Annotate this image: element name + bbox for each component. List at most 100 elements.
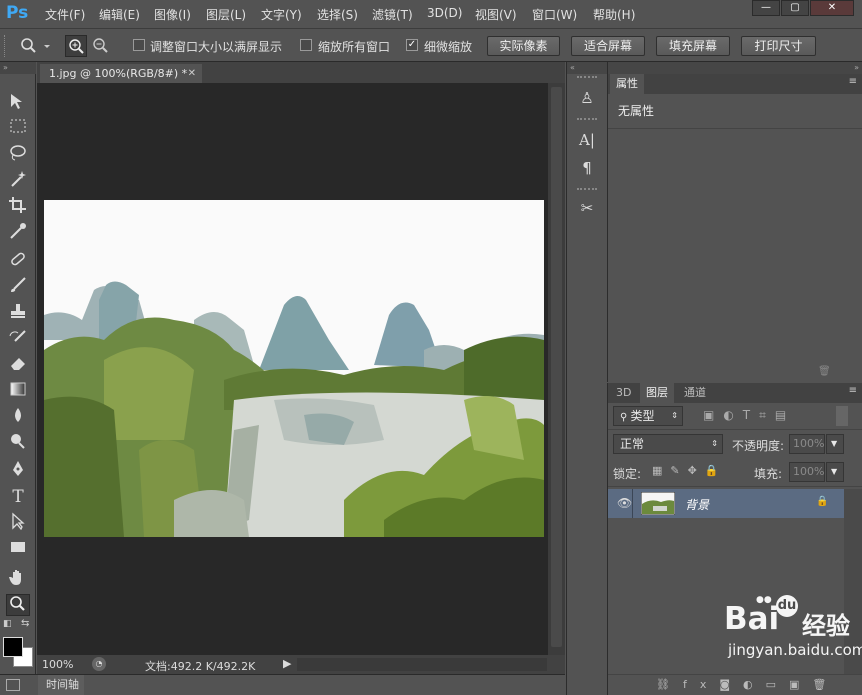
collapse-panel-icon[interactable]: » [608,62,862,74]
zoom-all-label: 缩放所有窗口 [318,40,391,54]
divider [608,429,862,430]
timeline-tab[interactable]: 时间轴 [38,675,84,695]
tab-properties[interactable]: 属性 [610,74,644,94]
zoom-level[interactable]: 100% [42,658,73,671]
collapse-toolbar-icon[interactable]: » [0,62,36,74]
paragraph-panel-icon[interactable]: ¶ [571,156,603,180]
opacity-label: 不透明度: [732,439,785,453]
expand-dock-icon[interactable]: « [567,62,607,74]
menu-help[interactable]: 帮助(H) [593,6,635,23]
fill-screen-button[interactable]: 填充屏幕 [656,36,730,56]
magic-wand-tool-icon[interactable] [6,170,30,192]
document-tab[interactable]: 1.jpg @ 100%(RGB/8#) * ✕ [40,64,202,83]
vertical-scrollbar[interactable] [548,83,565,655]
eye-icon[interactable]: 👁 [617,496,632,510]
move-tool-icon[interactable] [6,92,30,114]
type-tool-icon[interactable]: T [6,486,30,508]
filter-toggle[interactable] [836,406,848,426]
swap-colors-icon[interactable]: ⇆ [21,618,29,629]
zoom-in-button[interactable] [65,35,87,57]
menu-window[interactable]: 窗口(W) [532,6,577,23]
canvas-area[interactable] [37,83,565,655]
print-size-button[interactable]: 打印尺寸 [741,36,816,56]
resize-windows-checkbox[interactable] [133,39,145,51]
horizontal-scrollbar[interactable] [297,658,547,671]
default-colors-icon[interactable]: ◧ [3,619,12,629]
close-tab-icon[interactable]: ✕ [188,64,196,83]
zoom-out-button[interactable] [90,35,112,57]
collapsed-panel-dock: « ♙ A| ¶ ✂ [566,62,607,695]
menu-file[interactable]: 文件(F) [45,6,85,23]
document-image[interactable] [44,200,544,537]
clone-stamp-tool-icon[interactable] [6,302,30,324]
layer-name[interactable]: 背景 [685,496,709,513]
fit-screen-button[interactable]: 适合屏幕 [571,36,645,56]
tab-channels[interactable]: 通道 [678,383,712,403]
opacity-dropdown-icon[interactable]: ▼ [826,434,844,454]
menu-filter[interactable]: 滤镜(T) [372,6,413,23]
filter-kind-select[interactable]: ⚲ 类型 ⇕ [613,406,683,426]
zoom-tool-preset-icon[interactable] [20,37,50,55]
zoom-tool-icon[interactable] [6,594,30,616]
menu-type[interactable]: 文字(Y) [261,6,302,23]
tab-3d[interactable]: 3D [610,383,637,403]
grip [577,118,597,120]
path-selection-tool-icon[interactable] [6,512,30,534]
divider [608,128,862,129]
status-menu-arrow-icon[interactable]: ▶ [283,657,291,670]
actual-pixels-button[interactable]: 实际像素 [487,36,560,56]
menu-image[interactable]: 图像(I) [154,6,191,23]
close-button[interactable]: ✕ [810,0,854,16]
menu-layer[interactable]: 图层(L) [206,6,246,23]
healing-brush-tool-icon[interactable] [6,250,30,272]
panel-menu-icon[interactable]: ≡ [849,385,857,396]
watermark-brand: Bai [724,601,780,637]
panel-menu-icon[interactable]: ≡ [849,76,857,87]
eraser-tool-icon[interactable] [6,354,30,376]
restore-button[interactable]: ▢ [781,0,809,16]
foreground-color-swatch[interactable] [3,637,23,657]
menu-bar: Ps 文件(F) 编辑(E) 图像(I) 图层(L) 文字(Y) 选择(S) 滤… [0,0,862,28]
fill-label: 填充: [754,467,783,481]
history-brush-tool-icon[interactable] [6,328,30,350]
blur-tool-icon[interactable] [6,406,30,428]
dodge-tool-icon[interactable] [6,432,30,454]
opacity-input[interactable]: 100% [789,434,825,454]
marquee-tool-icon[interactable] [6,118,30,140]
scrubby-zoom-checkbox[interactable]: ✓ [406,39,418,51]
resize-windows-label: 调整窗口大小以满屏显示 [150,40,283,54]
tab-layers[interactable]: 图层 [640,383,674,403]
layers-tab-bar: 3D 图层 通道 ≡ [608,383,862,403]
lasso-tool-icon[interactable] [6,144,30,166]
divider [608,486,862,487]
tool-presets-panel-icon[interactable]: ✂ [571,196,603,220]
lock-icons[interactable]: ▦✎✥🔒 [652,464,727,477]
eyedropper-tool-icon[interactable] [6,222,30,244]
hand-tool-icon[interactable] [6,568,30,590]
character-panel-icon[interactable]: A| [571,128,603,152]
gradient-tool-icon[interactable] [6,380,30,402]
zoom-all-checkbox[interactable] [300,39,312,51]
status-icon[interactable]: ◔ [92,657,106,671]
layer-row[interactable]: 👁 背景 🔒 [608,489,844,518]
filter-icons[interactable]: ▣◐T⌗▤ [703,408,795,423]
minimize-button[interactable]: — [752,0,780,16]
fill-input[interactable]: 100% [789,462,825,482]
rectangle-tool-icon[interactable] [6,538,30,560]
crop-tool-icon[interactable] [6,196,30,218]
blend-mode-select[interactable]: 正常 ⇕ [613,434,723,454]
fill-dropdown-icon[interactable]: ▼ [826,462,844,482]
menu-select[interactable]: 选择(S) [317,6,358,23]
menu-edit[interactable]: 编辑(E) [99,6,140,23]
scrollbar-thumb[interactable] [551,87,562,647]
watermark-brand-suffix: 经验 [802,612,850,640]
trash-icon[interactable]: 🗑 [818,366,831,377]
timeline-panel-icon[interactable] [6,679,20,691]
pen-tool-icon[interactable] [6,460,30,482]
menu-view[interactable]: 视图(V) [475,6,517,23]
layers-footer-icons[interactable]: ⛓fx◙◐▭▣🗑 [608,674,862,695]
menu-3d[interactable]: 3D(D) [427,6,462,20]
brush-tool-icon[interactable] [6,276,30,298]
clone-source-panel-icon[interactable]: ♙ [571,86,603,110]
search-icon: ⚲ [620,412,631,423]
